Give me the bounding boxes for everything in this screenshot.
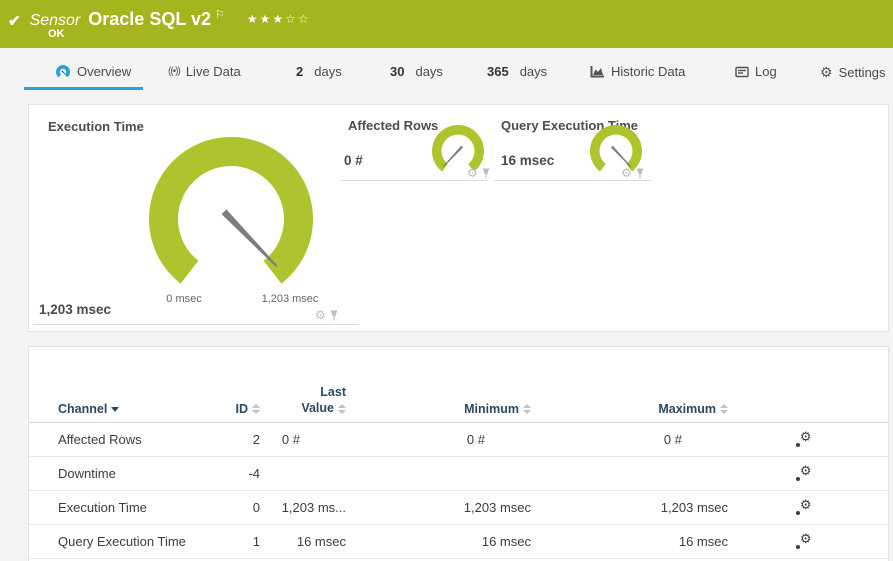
gauge-icon [56, 65, 70, 78]
channel-last-value: 1,203 ms... [281, 500, 346, 515]
channel-settings-icon[interactable]: ⚙ [795, 497, 812, 516]
tab-number: 365 [487, 64, 509, 79]
table-row[interactable]: Affected Rows 2 0 # 0 # 0 # ⚙ [29, 423, 888, 457]
tab-label: Historic Data [611, 64, 686, 79]
gauge-toolbar: ⚙ [315, 308, 338, 322]
tab-label: days [314, 64, 342, 79]
gauge-needle [610, 145, 632, 168]
column-label: Channel [58, 402, 108, 416]
column-header-channel[interactable]: Channel [29, 402, 209, 416]
sensor-name: Oracle SQL v2 [88, 9, 212, 29]
channel-maximum: 0 # [663, 432, 682, 447]
channel-settings-icon[interactable]: ⚙ [795, 429, 812, 448]
tab-label: Log [755, 64, 777, 79]
log-icon [735, 66, 749, 77]
main-gauge-title: Execution Time [48, 119, 144, 134]
table-row[interactable]: Query Execution Time 1 16 msec 16 msec 1… [29, 525, 888, 559]
column-label: Value [301, 401, 334, 415]
sort-arrows-icon [523, 404, 531, 414]
tab-number: 30 [390, 64, 405, 79]
sensor-status-text: OK [48, 28, 65, 40]
gear-icon[interactable]: ⚙ [621, 166, 632, 180]
channel-minimum: 1,203 msec [463, 500, 531, 515]
table-row[interactable]: Execution Time 0 1,203 ms... 1,203 msec … [29, 491, 888, 525]
column-header-maximum[interactable]: Maximum [531, 402, 728, 416]
affected-rows-value: 0 # [344, 153, 363, 168]
gauge-needle [442, 145, 464, 168]
channel-minimum: 16 msec [481, 534, 531, 549]
sort-desc-icon [111, 407, 120, 412]
gauges-panel: Execution Time 0 msec 1,203 msec 1,203 m… [28, 104, 889, 332]
tab-overview[interactable]: Overview [23, 64, 144, 90]
channel-maximum: 16 msec [678, 534, 728, 549]
pin-icon[interactable] [330, 310, 338, 321]
divider [33, 324, 359, 325]
pin-icon[interactable] [636, 168, 644, 179]
flag-icon[interactable]: ⚐ [215, 8, 225, 21]
sensor-status-banner: ✔ Sensor Oracle SQL v2 ⚐ ★★★☆☆ OK [0, 0, 893, 48]
tab-30-days[interactable]: 30 days [390, 64, 443, 79]
tab-365-days[interactable]: 365 days [487, 64, 547, 79]
channel-id: 0 [252, 500, 260, 515]
channel-last-value: 0 # [281, 432, 300, 447]
gear-icon[interactable]: ⚙ [467, 166, 478, 180]
column-label: Minimum [464, 402, 519, 416]
channel-name: Downtime [58, 466, 116, 481]
tab-label: Overview [77, 64, 132, 79]
tab-label: Settings [838, 65, 886, 80]
channel-id: -4 [248, 466, 260, 481]
channel-minimum: 0 # [466, 432, 485, 447]
channel-name: Execution Time [58, 500, 147, 515]
channel-id: 2 [252, 432, 260, 447]
column-header-last-value[interactable]: Last Value [260, 384, 346, 416]
status-check-icon: ✔ [8, 13, 21, 30]
main-gauge-value: 1,203 msec [39, 302, 112, 317]
tab-log[interactable]: Log [735, 64, 777, 79]
channel-name: Query Execution Time [58, 534, 186, 549]
gauge-needle [221, 209, 278, 268]
column-header-minimum[interactable]: Minimum [346, 402, 531, 416]
tab-number: 2 [296, 64, 304, 79]
tab-live-data[interactable]: ((•)) Live Data [168, 64, 241, 79]
tab-historic-data[interactable]: Historic Data [590, 64, 685, 79]
tab-label: days [415, 64, 443, 79]
sort-arrows-icon [338, 404, 346, 414]
sensor-tab-bar: Overview ((•)) Live Data 2 days 30 days … [0, 48, 893, 100]
column-header-id[interactable]: ID [209, 402, 260, 416]
gauge-scale-max: 1,203 msec [261, 293, 319, 305]
table-row[interactable]: Downtime -4 ⚙ [29, 457, 888, 491]
execution-time-gauge[interactable] [141, 127, 321, 297]
settings-gear-icon: ⚙ [820, 64, 833, 80]
channel-last-value: 16 msec [296, 534, 346, 549]
affected-rows-gauge-title: Affected Rows [348, 118, 439, 133]
channel-id: 1 [252, 534, 260, 549]
table-header-row: Channel ID Last Value Minimum Maximum [29, 347, 888, 423]
tab-label: Live Data [185, 64, 241, 79]
divider [494, 180, 651, 181]
tab-2-days[interactable]: 2 days [296, 64, 342, 79]
channel-table-panel: Channel ID Last Value Minimum Maximum Af… [28, 346, 889, 561]
divider [341, 180, 488, 181]
gauge-scale-min: 0 msec [166, 293, 202, 305]
live-data-icon: ((•)) [168, 66, 181, 77]
tab-label: days [519, 64, 548, 79]
channel-settings-icon[interactable]: ⚙ [795, 531, 812, 550]
gauge-toolbar: ⚙ [621, 166, 644, 180]
column-label: Last [320, 385, 346, 399]
channel-settings-icon[interactable]: ⚙ [795, 463, 812, 482]
historic-chart-icon [590, 66, 604, 78]
gauge-toolbar: ⚙ [467, 166, 490, 180]
tab-settings[interactable]: ⚙ Settings [820, 64, 886, 81]
query-execution-time-value: 16 msec [501, 153, 555, 168]
priority-star-rating[interactable]: ★★★☆☆ [247, 12, 311, 26]
gear-icon[interactable]: ⚙ [315, 308, 326, 322]
column-label: Maximum [658, 402, 716, 416]
channel-maximum: 1,203 msec [660, 500, 728, 515]
channel-name: Affected Rows [58, 432, 142, 447]
column-label: ID [235, 402, 249, 416]
sort-arrows-icon [252, 404, 260, 414]
pin-icon[interactable] [482, 168, 490, 179]
sort-arrows-icon [720, 404, 728, 414]
